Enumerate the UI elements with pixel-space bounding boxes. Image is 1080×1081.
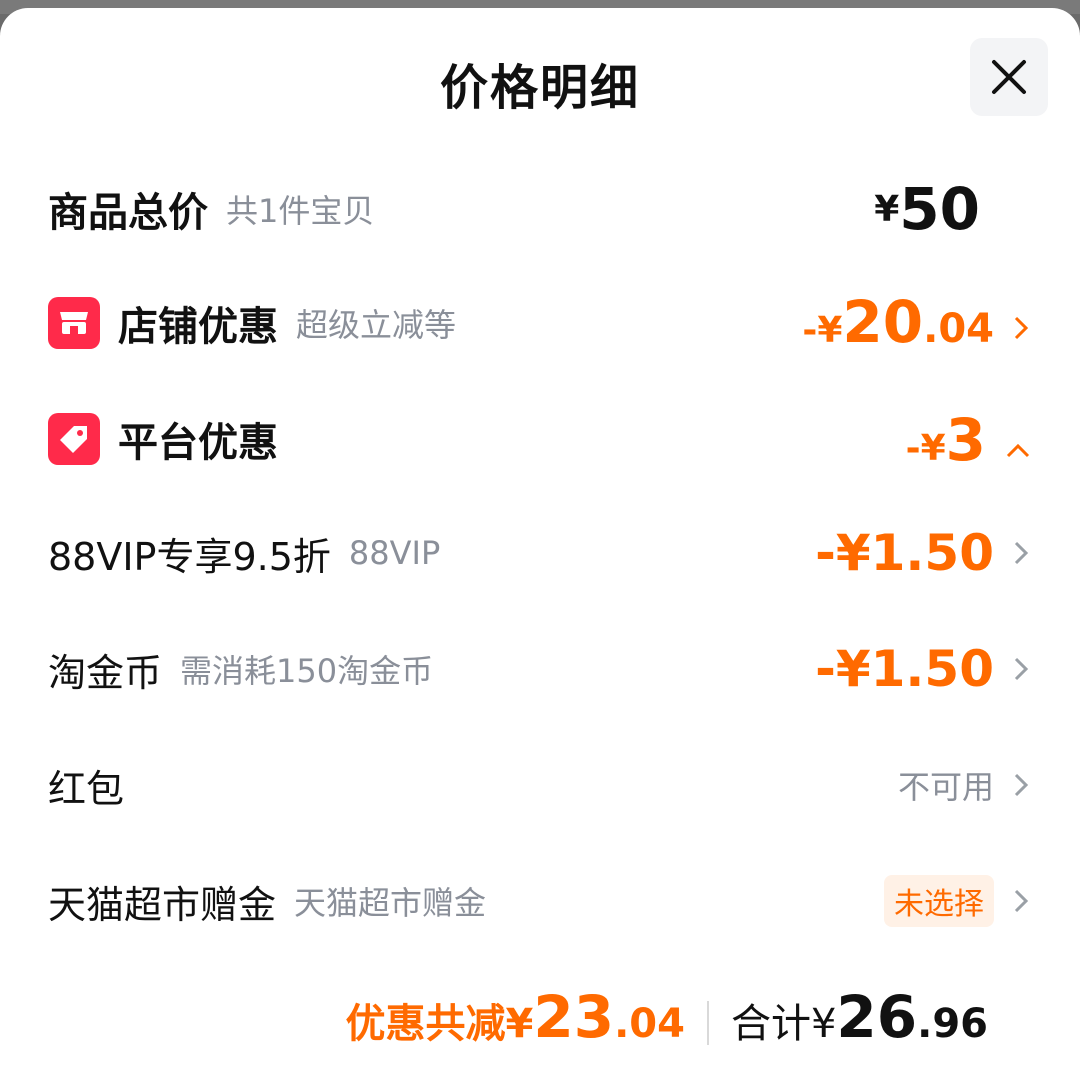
shop-discount-dec: .04 <box>923 306 994 352</box>
close-button[interactable] <box>970 38 1048 116</box>
shop-discount-sub: 超级立减等 <box>296 306 457 344</box>
tmall-bonus-row[interactable]: 天猫超市赠金 天猫超市赠金 未选择 <box>0 856 1080 946</box>
discount-total-label: 优惠共减¥ <box>345 1001 534 1047</box>
vip-value: -¥1.50 <box>815 524 994 582</box>
vip-discount-row[interactable]: 88VIP专享9.5折 88VIP -¥1.50 <box>0 508 1080 598</box>
platform-discount-row[interactable]: 平台优惠 -¥ 3 <box>0 394 1080 484</box>
divider <box>706 1001 709 1045</box>
total-sub: 共1件宝贝 <box>226 192 375 230</box>
shop-discount-row[interactable]: 店铺优惠 超级立减等 -¥ 20 .04 <box>0 278 1080 368</box>
chevron-right-icon <box>1012 771 1032 799</box>
shop-discount-int: 20 <box>842 288 924 356</box>
red-packet-row[interactable]: 红包 不可用 <box>0 740 1080 830</box>
taojinbi-row[interactable]: 淘金币 需消耗150淘金币 -¥1.50 <box>0 624 1080 714</box>
chevron-up-icon <box>1004 440 1032 460</box>
tmall-bonus-sub: 天猫超市赠金 <box>294 884 487 922</box>
total-currency: ¥ <box>874 188 900 230</box>
taojinbi-label: 淘金币 <box>48 650 163 695</box>
tmall-bonus-label: 天猫超市赠金 <box>48 882 277 927</box>
grand-total-dec: .96 <box>917 1001 988 1047</box>
price-detail-sheet: 价格明细 商品总价 共1件宝贝 ¥ 50 店铺优惠 超级立减等 -¥ 20 .0… <box>0 8 1080 1081</box>
shop-discount-prefix: -¥ <box>802 310 843 351</box>
tag-icon <box>48 413 100 465</box>
chevron-right-icon <box>1012 655 1032 683</box>
platform-discount-label: 平台优惠 <box>118 420 278 466</box>
grand-total-label: 合计¥ <box>730 1001 837 1047</box>
dialog-title: 价格明细 <box>439 60 640 116</box>
vip-sub: 88VIP <box>348 534 441 572</box>
shop-discount-label: 店铺优惠 <box>118 304 278 350</box>
discount-total-dec: .04 <box>614 1001 685 1047</box>
shop-icon <box>48 297 100 349</box>
platform-discount-amount: 3 <box>945 406 986 474</box>
taojinbi-sub: 需消耗150淘金币 <box>180 652 434 690</box>
summary-footer: 优惠共减¥ 23 .04 合计¥ 26 .96 <box>346 983 988 1063</box>
total-label: 商品总价 <box>48 190 208 236</box>
tmall-bonus-status: 未选择 <box>884 875 994 927</box>
close-icon <box>992 60 1026 94</box>
chevron-right-icon <box>1012 887 1032 915</box>
red-packet-status: 不可用 <box>897 768 994 806</box>
platform-discount-prefix: -¥ <box>905 428 946 469</box>
discount-total-int: 23 <box>533 983 615 1051</box>
total-amount: 50 <box>899 175 980 243</box>
red-packet-label: 红包 <box>48 766 125 811</box>
total-row: 商品总价 共1件宝贝 ¥ 50 <box>0 164 1080 254</box>
chevron-right-icon <box>1012 314 1032 342</box>
taojinbi-value: -¥1.50 <box>815 640 994 698</box>
chevron-right-icon <box>1012 539 1032 567</box>
vip-label: 88VIP专享9.5折 <box>48 534 331 579</box>
grand-total-int: 26 <box>836 983 918 1051</box>
